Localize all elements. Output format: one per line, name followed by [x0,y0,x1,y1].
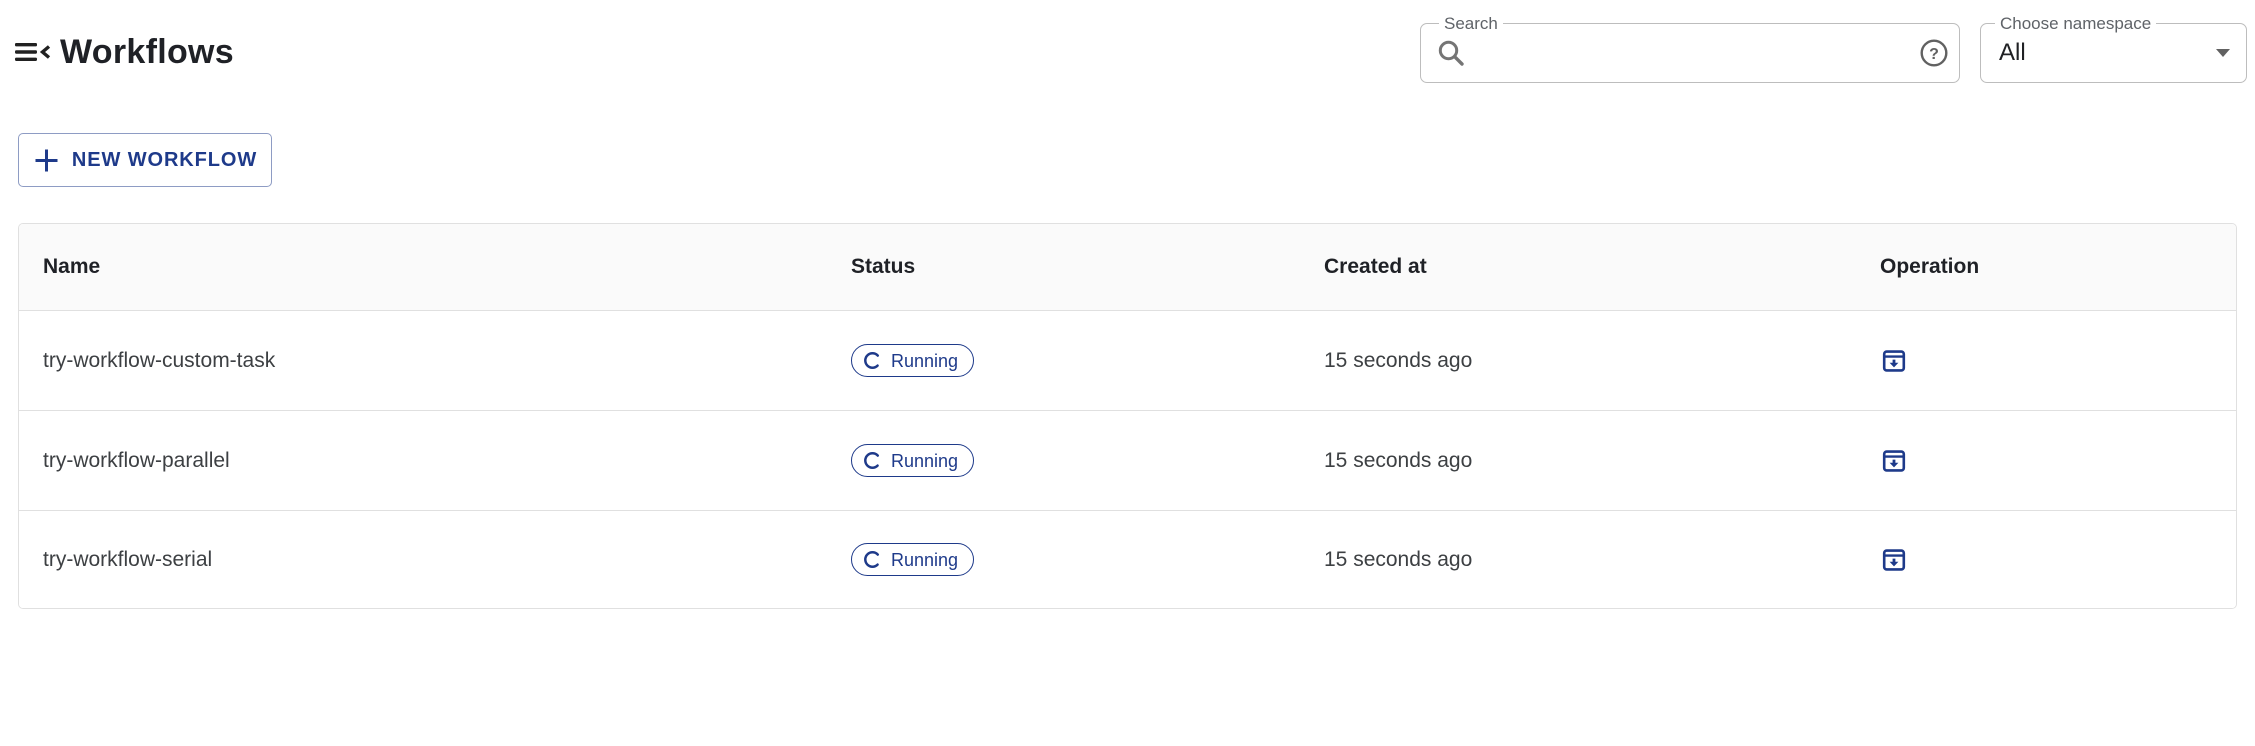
new-workflow-button-label: NEW WORKFLOW [72,149,257,172]
archive-workflow-button[interactable] [1880,347,1908,375]
status-cell: Running [827,543,1300,576]
page-title: Workflows [60,32,234,72]
archive-icon [1880,347,1908,375]
running-spinner-icon [863,451,882,470]
archive-icon [1880,447,1908,475]
table-header-row: Name Status Created at Operation [19,224,2236,311]
column-header-name: Name [19,255,827,279]
operation-cell [1856,447,2236,475]
search-input[interactable] [1467,40,1919,66]
running-spinner-icon [863,550,882,569]
namespace-select-value: All [1999,39,2216,67]
search-field-label: Search [1439,15,1503,33]
menu-open-icon [14,37,52,67]
status-badge-label: Running [891,551,958,569]
table-row[interactable]: try-workflow-parallel Running 15 seconds… [19,411,2236,511]
workflow-name-cell: try-workflow-parallel [19,449,827,473]
workflow-name-cell: try-workflow-custom-task [19,349,827,373]
search-icon [1435,37,1467,69]
operation-cell [1856,546,2236,574]
workflows-table: Name Status Created at Operation try-wor… [18,223,2237,609]
new-workflow-button[interactable]: NEW WORKFLOW [18,133,272,187]
column-header-created: Created at [1300,255,1856,279]
created-at-cell: 15 seconds ago [1300,449,1856,473]
running-spinner-icon [863,351,882,370]
namespace-select-label: Choose namespace [1995,15,2156,33]
status-badge: Running [851,444,974,477]
archive-icon [1880,546,1908,574]
plus-icon [33,147,60,174]
arrow-drop-down-icon [2216,49,2230,57]
status-badge: Running [851,543,974,576]
table-body: try-workflow-custom-task Running 15 seco… [19,311,2236,608]
status-badge-label: Running [891,352,958,370]
help-icon[interactable]: ? [1919,38,1949,68]
menu-toggle-button[interactable] [14,37,52,67]
created-at-cell: 15 seconds ago [1300,349,1856,373]
column-header-status: Status [827,255,1300,279]
created-at-cell: 15 seconds ago [1300,548,1856,572]
operation-cell [1856,347,2236,375]
namespace-select[interactable]: Choose namespace All [1980,23,2247,83]
status-cell: Running [827,344,1300,377]
status-badge-label: Running [891,452,958,470]
table-row[interactable]: try-workflow-serial Running 15 seconds a… [19,511,2236,608]
search-field: Search ? [1420,23,1960,83]
archive-workflow-button[interactable] [1880,447,1908,475]
svg-text:?: ? [1929,46,1939,63]
workflow-name-cell: try-workflow-serial [19,548,827,572]
topbar-left: Workflows [14,32,234,72]
table-row[interactable]: try-workflow-custom-task Running 15 seco… [19,311,2236,411]
topbar-right: Search ? Choose namespace All [1420,23,2247,83]
column-header-operation: Operation [1856,255,2236,279]
status-cell: Running [827,444,1300,477]
status-badge: Running [851,344,974,377]
archive-workflow-button[interactable] [1880,546,1908,574]
